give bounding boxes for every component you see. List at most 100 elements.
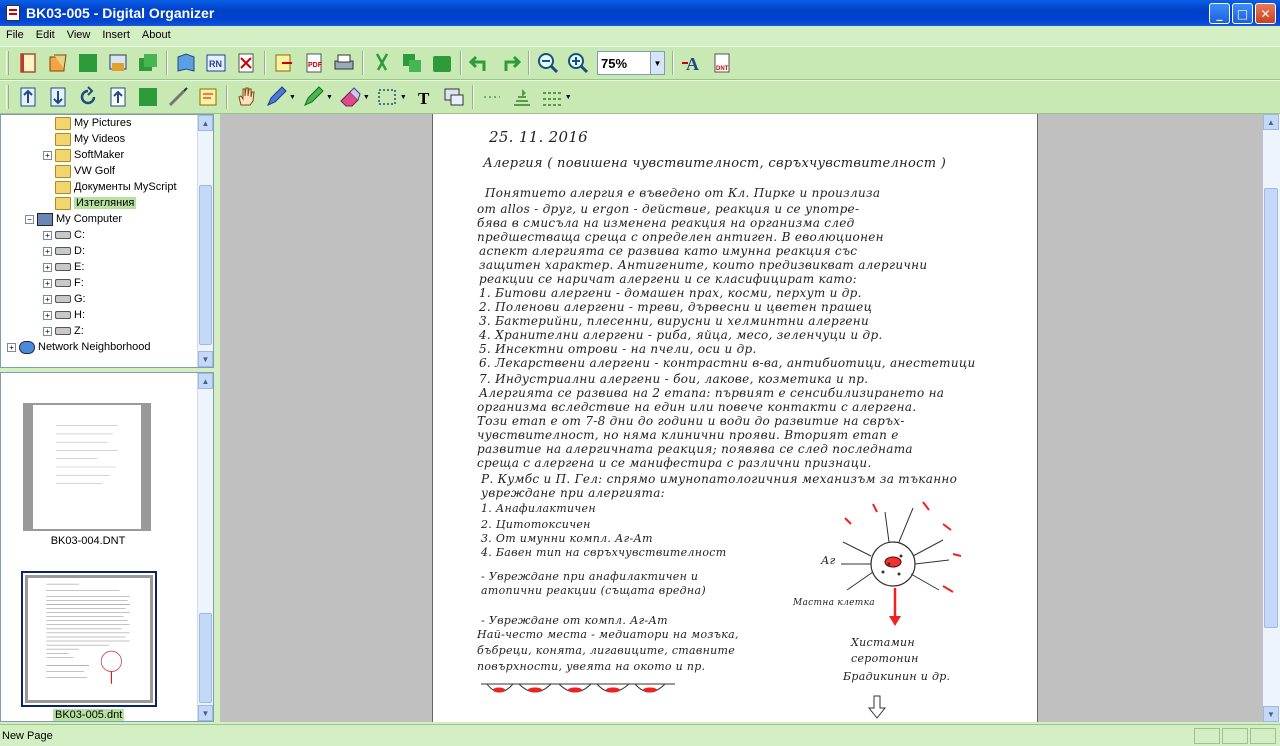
print-icon[interactable] <box>330 49 358 77</box>
book-blue-icon[interactable] <box>172 49 200 77</box>
scroll-thumb[interactable] <box>199 185 212 345</box>
tree-item[interactable]: + Z: <box>43 323 84 339</box>
green-square-icon[interactable] <box>134 83 162 111</box>
tree-item[interactable]: + G: <box>43 291 86 307</box>
upload-icon[interactable] <box>104 83 132 111</box>
open-notebook-icon[interactable] <box>44 49 72 77</box>
rn-icon[interactable]: RN <box>202 49 230 77</box>
pen-tool-icon[interactable] <box>164 83 192 111</box>
sticky-note-icon[interactable] <box>194 83 222 111</box>
scroll-down-icon[interactable]: ▼ <box>198 351 213 367</box>
page-first-icon[interactable] <box>14 83 42 111</box>
tree-item[interactable]: − My Computer <box>25 211 122 227</box>
tree-item[interactable]: VW Golf <box>43 163 115 179</box>
tree-item[interactable]: Изтегляния <box>43 195 137 211</box>
eraser-dropdown-icon[interactable]: ▼ <box>363 94 370 101</box>
menu-edit[interactable]: Edit <box>30 29 61 41</box>
tree-item[interactable]: + E: <box>43 259 84 275</box>
expand-icon[interactable]: + <box>43 294 52 304</box>
pdf-icon[interactable]: PDF <box>300 49 328 77</box>
tree-scrollbar[interactable]: ▲ ▼ <box>197 115 213 367</box>
zoom-out-icon[interactable] <box>534 49 562 77</box>
menu-view[interactable]: View <box>61 29 97 41</box>
expand-icon[interactable]: + <box>43 150 52 160</box>
tree-item[interactable]: + C: <box>43 227 85 243</box>
scroll-up-icon[interactable]: ▲ <box>198 373 213 389</box>
scroll-thumb[interactable] <box>199 613 212 703</box>
folder-open-icon <box>55 196 71 210</box>
expand-icon[interactable]: + <box>43 278 52 288</box>
rotate-icon[interactable] <box>74 83 102 111</box>
redo-icon[interactable] <box>496 49 524 77</box>
toolbar-grip[interactable] <box>6 51 9 75</box>
paste-icon[interactable] <box>428 49 456 77</box>
cut-icon[interactable] <box>368 49 396 77</box>
app-icon[interactable] <box>6 5 20 21</box>
dotted-line-icon[interactable] <box>478 83 506 111</box>
minimize-button[interactable]: _ <box>1209 3 1230 24</box>
handwritten-line: 25. 11. 2016 <box>489 128 589 146</box>
expand-icon[interactable]: + <box>43 310 52 320</box>
scroll-down-icon[interactable]: ▼ <box>198 705 213 721</box>
scroll-down-icon[interactable]: ▼ <box>1263 706 1279 722</box>
menu-about[interactable]: About <box>136 29 177 41</box>
tree-item[interactable]: Документы MyScript <box>43 179 177 195</box>
copy-pages-icon[interactable] <box>134 49 162 77</box>
tree-item[interactable]: My Pictures <box>43 115 131 131</box>
eraser-icon[interactable] <box>336 83 364 111</box>
collapse-icon[interactable]: − <box>25 214 34 224</box>
handwritten-line: реакции се наричат алергени и се класифи… <box>479 272 857 286</box>
highlighter-dropdown-icon[interactable]: ▼ <box>326 94 333 101</box>
tree-item[interactable]: My Videos <box>43 131 125 147</box>
chevron-down-icon[interactable]: ▼ <box>650 52 664 74</box>
hand-tool-icon[interactable] <box>232 83 260 111</box>
close-button[interactable]: ✕ <box>1255 3 1276 24</box>
thumbnail-item-selected[interactable] <box>21 571 157 707</box>
expand-icon[interactable]: + <box>43 246 52 256</box>
tree-item[interactable]: + Network Neighborhood <box>7 339 151 355</box>
insert-image-icon[interactable] <box>440 83 468 111</box>
green-block-icon[interactable] <box>74 49 102 77</box>
handwritten-page[interactable]: 25. 11. 2016 Алергия ( повишена чувствите… <box>432 114 1038 722</box>
copy-icon[interactable] <box>398 49 426 77</box>
selection-dropdown-icon[interactable]: ▼ <box>400 94 407 101</box>
text-recognition-icon[interactable]: A <box>678 49 706 77</box>
import-icon[interactable] <box>104 49 132 77</box>
zoom-select[interactable]: 75% ▼ <box>597 51 665 75</box>
line-dropdown-icon[interactable]: ▼ <box>565 94 572 101</box>
menu-file[interactable]: File <box>0 29 30 41</box>
handwritten-line: среща с алергена и се манифестира с разл… <box>477 456 872 470</box>
toolbar-grip[interactable] <box>6 85 9 109</box>
tree-item[interactable]: + SoftMaker <box>43 147 124 163</box>
expand-icon[interactable]: + <box>43 326 52 336</box>
pen-dropdown-icon[interactable]: ▼ <box>289 94 296 101</box>
zoom-in-icon[interactable] <box>564 49 592 77</box>
dnt-file-icon[interactable]: DNT <box>708 49 736 77</box>
text-tool-icon[interactable]: T <box>410 83 438 111</box>
thumbnail-item[interactable]: BK03-004.DNT <box>23 403 153 547</box>
thumbs-scrollbar[interactable]: ▲ ▼ <box>197 373 213 721</box>
scroll-up-icon[interactable]: ▲ <box>1263 114 1279 130</box>
expand-icon[interactable]: + <box>43 230 52 240</box>
export-icon[interactable] <box>270 49 298 77</box>
tree-item[interactable]: + F: <box>43 275 84 291</box>
tree-item-label: E: <box>74 261 85 273</box>
workspace-scrollbar[interactable]: ▲ ▼ <box>1263 114 1280 722</box>
undo-icon[interactable] <box>466 49 494 77</box>
new-notebook-icon[interactable] <box>14 49 42 77</box>
scroll-thumb[interactable] <box>1264 188 1278 628</box>
selection-rectangle-icon[interactable] <box>373 83 401 111</box>
grid-lines-icon[interactable] <box>508 83 536 111</box>
line-settings-icon[interactable] <box>538 83 566 111</box>
expand-icon[interactable]: + <box>7 342 16 352</box>
expand-icon[interactable]: + <box>43 262 52 272</box>
pen-icon[interactable] <box>262 83 290 111</box>
highlighter-icon[interactable] <box>299 83 327 111</box>
tree-item[interactable]: + D: <box>43 243 85 259</box>
maximize-button[interactable]: □ <box>1232 3 1253 24</box>
tree-item[interactable]: + H: <box>43 307 85 323</box>
menu-insert[interactable]: Insert <box>96 29 136 41</box>
delete-page-icon[interactable] <box>232 49 260 77</box>
scroll-up-icon[interactable]: ▲ <box>198 115 213 131</box>
page-last-icon[interactable] <box>44 83 72 111</box>
